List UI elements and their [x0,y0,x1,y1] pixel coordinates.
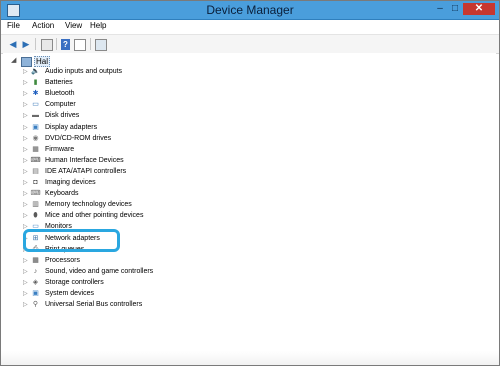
expand-arrow-icon[interactable]: ▷ [23,89,29,99]
tree-node-label[interactable]: Mice and other pointing devices [45,211,143,221]
disk-drive-icon: ▬ [32,112,39,120]
toolbar-separator [90,38,91,50]
collapse-arrow-icon[interactable]: ◢ [11,56,19,66]
mouse-icon: ⬮ [33,212,38,220]
expand-arrow-icon[interactable]: ▷ [23,267,29,277]
tree-node-label[interactable]: Processors [45,256,80,266]
expand-arrow-icon[interactable]: ▷ [23,100,29,110]
toolbar-separator [35,38,36,50]
ide-controller-icon: ▤ [32,167,39,175]
tree-node-label[interactable]: Imaging devices [45,178,96,188]
tree-node-label[interactable]: IDE ATA/ATAPI controllers [45,167,126,177]
hid-icon: ⌨ [30,156,41,164]
toolbar: ◀ ▶ ? [1,34,499,54]
expand-arrow-icon[interactable]: ▷ [23,300,29,310]
tree-node-label[interactable]: Keyboards [45,189,78,199]
dvd-drive-icon: ◉ [32,134,39,142]
tree-node-label[interactable]: DVD/CD-ROM drives [45,134,111,144]
forward-arrow-icon[interactable]: ▶ [20,38,32,50]
battery-icon: ▮ [33,79,38,87]
menu-file[interactable]: File [7,21,20,30]
computer-icon [21,57,32,67]
expand-arrow-icon[interactable]: ▷ [23,167,29,177]
storage-controller-icon: ◈ [32,278,39,286]
maximize-button[interactable]: □ [448,3,462,15]
window-title: Device Manager [206,3,294,17]
expand-arrow-icon[interactable]: ▷ [23,189,29,199]
display-adapter-icon: ▣ [32,123,39,131]
toolbar-separator [56,38,57,50]
camera-icon: ◘ [33,179,38,186]
tree-node-label[interactable]: Disk drives [45,111,79,121]
tree-node-label[interactable]: Sound, video and game controllers [45,267,153,277]
expand-arrow-icon[interactable]: ▷ [23,134,29,144]
tree-node-label[interactable]: Human Interface Devices [45,156,124,166]
memory-icon: ▥ [32,201,39,209]
expand-arrow-icon[interactable]: ▷ [23,200,29,210]
processor-icon: ▦ [32,256,39,264]
tree-node-label[interactable]: Audio inputs and outputs [45,67,122,77]
usb-icon: ⚲ [32,301,39,309]
close-button[interactable]: ✕ [463,3,495,15]
device-tree[interactable]: ◢ Hal ▷ 🔈 Audio inputs and outputs ▷ ▮ Batter… [3,53,496,363]
expand-arrow-icon[interactable]: ▷ [23,78,29,88]
tree-node-label[interactable]: Memory technology devices [45,200,132,210]
bottom-shade [1,351,499,365]
expand-arrow-icon[interactable]: ▷ [23,256,29,266]
menu-bar: File Action View Help [1,20,499,34]
menu-view[interactable]: View [65,21,82,30]
expand-arrow-icon[interactable]: ▷ [23,123,29,133]
title-bar[interactable]: Device Manager – □ ✕ [1,1,499,20]
tree-node-label[interactable]: Batteries [45,78,73,88]
tree-node-label[interactable]: Bluetooth [45,89,75,99]
bluetooth-icon: ✱ [32,90,39,98]
properties-icon[interactable] [41,39,53,51]
tree-node-label[interactable]: System devices [45,289,94,299]
network-adapters-highlight [23,229,120,252]
device-manager-window: Device Manager – □ ✕ File Action View He… [0,0,500,366]
expand-arrow-icon[interactable]: ▷ [23,278,29,288]
tree-node-label[interactable]: Firmware [45,145,74,155]
expand-arrow-icon[interactable]: ▷ [23,111,29,121]
expand-arrow-icon[interactable]: ▷ [23,289,29,299]
minimize-button[interactable]: – [433,3,447,15]
scan-hardware-icon[interactable] [95,39,107,51]
computer-icon: ▭ [32,101,39,109]
keyboard-icon: ⌨ [30,190,41,198]
tree-node-label[interactable]: Universal Serial Bus controllers [45,300,142,310]
expand-arrow-icon[interactable]: ▷ [23,67,29,77]
expand-arrow-icon[interactable]: ▷ [23,211,29,221]
expand-arrow-icon[interactable]: ▷ [23,145,29,155]
menu-help[interactable]: Help [90,21,106,30]
view-icon[interactable] [74,39,86,51]
tree-node-label[interactable]: Display adapters [45,123,97,133]
tree-node-label[interactable]: Computer [45,100,76,110]
firmware-icon: ▦ [32,145,39,153]
menu-action[interactable]: Action [32,21,54,30]
sound-icon: ♪ [33,267,38,275]
tree-node-label[interactable]: Storage controllers [45,278,104,288]
speaker-icon: 🔈 [31,68,40,75]
expand-arrow-icon[interactable]: ▷ [23,178,29,188]
tree-root-label[interactable]: Hal [34,56,51,67]
back-arrow-icon[interactable]: ◀ [7,38,19,50]
help-icon[interactable]: ? [61,39,70,50]
system-device-icon: ▣ [32,290,39,297]
expand-arrow-icon[interactable]: ▷ [23,156,29,166]
